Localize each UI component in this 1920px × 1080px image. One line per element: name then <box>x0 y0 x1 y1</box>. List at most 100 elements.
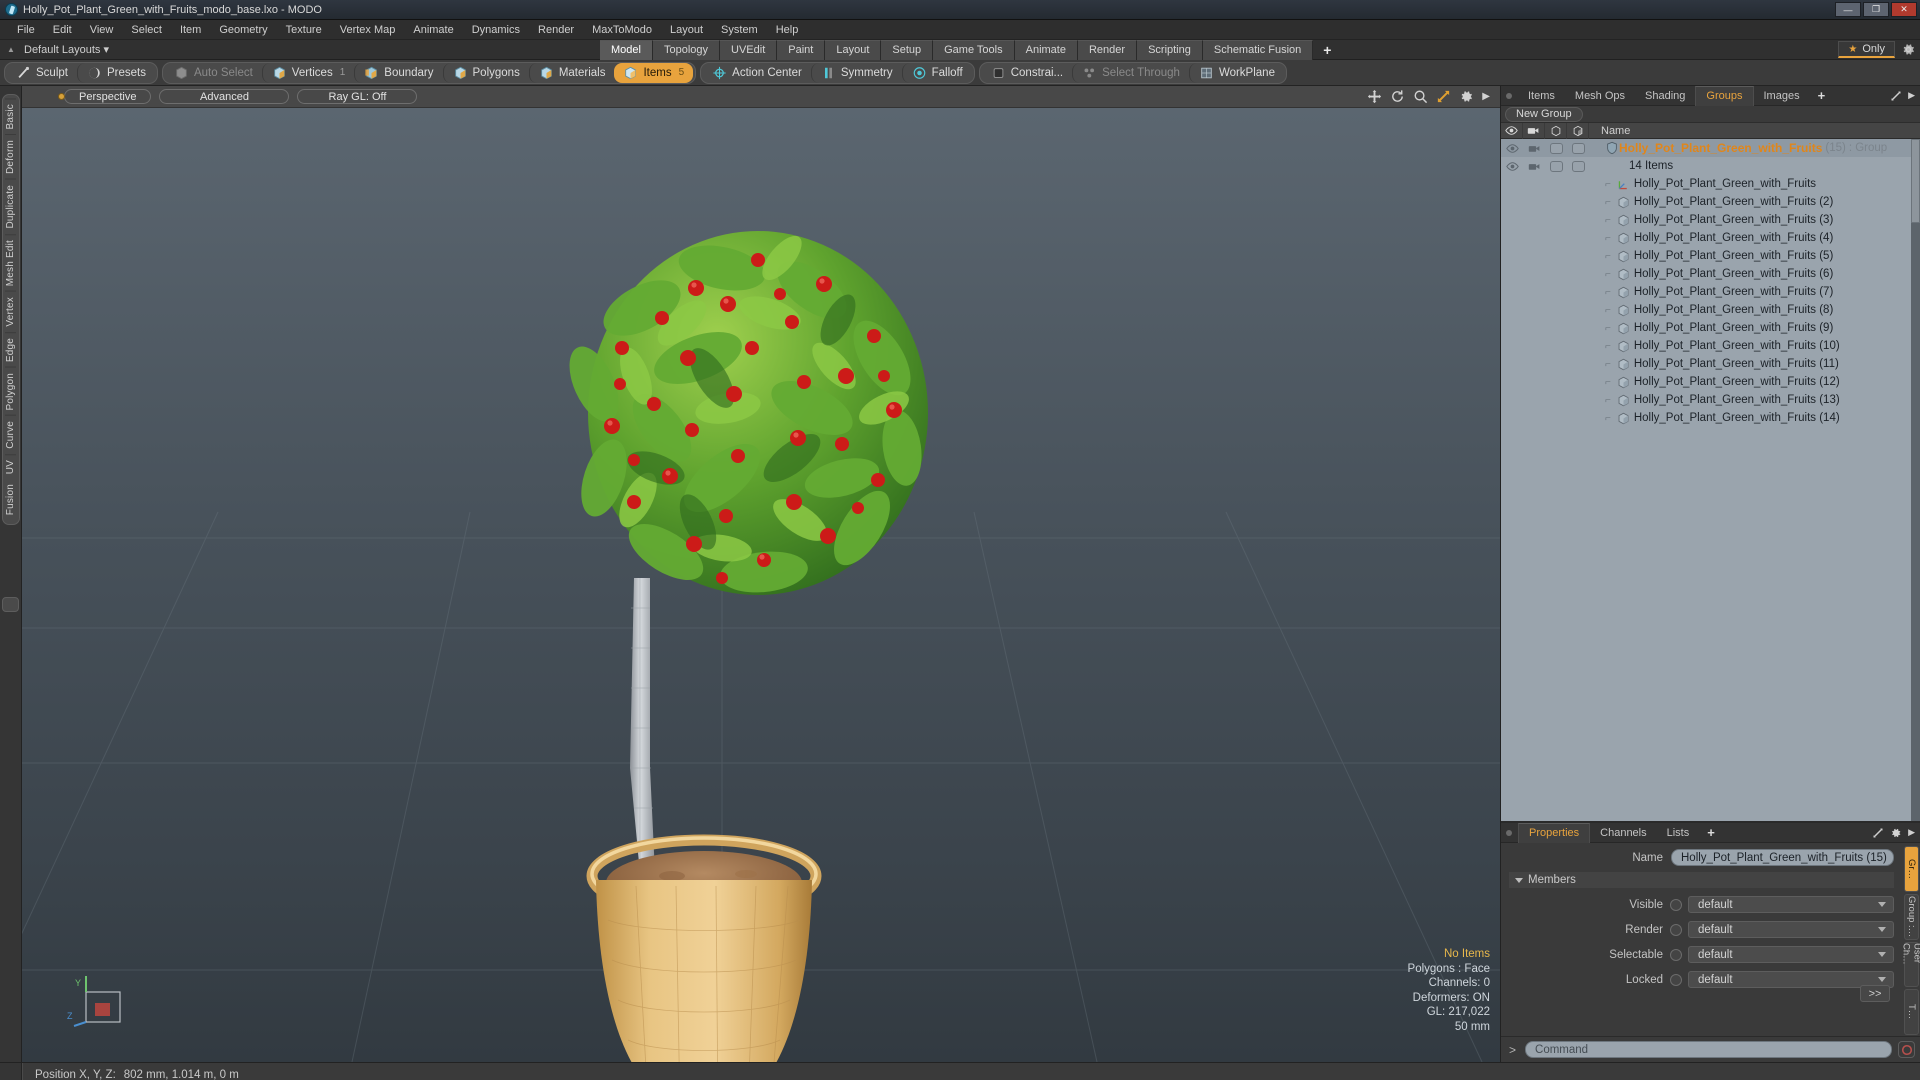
column-wireframe[interactable] <box>1545 122 1567 139</box>
tab-game-tools[interactable]: Game Tools <box>933 39 1015 60</box>
move-icon[interactable] <box>1367 89 1382 104</box>
menu-item-texture[interactable]: Texture <box>277 22 331 38</box>
list-item[interactable]: ⌐ Holly_Pot_Plant_Green_with_Fruits (10) <box>1501 337 1920 355</box>
tree-scrollbar-thumb[interactable] <box>1911 139 1920 223</box>
list-item[interactable]: ⌐ Holly_Pot_Plant_Green_with_Fruits (2) <box>1501 193 1920 211</box>
menu-item-edit[interactable]: Edit <box>44 22 81 38</box>
visible-radio[interactable] <box>1670 898 1682 911</box>
close-button[interactable]: ✕ <box>1891 2 1917 17</box>
properties-menu-dot-icon[interactable] <box>1506 829 1512 836</box>
side-tab-t[interactable]: T… <box>1904 989 1919 1035</box>
list-item[interactable]: ⌐ Holly_Pot_Plant_Green_with_Fruits (14) <box>1501 409 1920 427</box>
side-tab-gr[interactable]: Gr… <box>1904 846 1919 892</box>
boundary-button[interactable]: Boundary <box>354 62 442 83</box>
list-item[interactable]: ⌐ Holly_Pot_Plant_Green_with_Fruits (13) <box>1501 391 1920 409</box>
members-section-header[interactable]: Members <box>1509 872 1894 888</box>
presets-button[interactable]: Presets <box>76 62 155 83</box>
arrow-right-icon[interactable]: ▶ <box>1482 91 1490 102</box>
add-panel-tab-button[interactable]: + <box>1810 86 1834 106</box>
list-item[interactable]: ⌐ Holly_Pot_Plant_Green_with_Fruits (11) <box>1501 355 1920 373</box>
name-field[interactable]: Holly_Pot_Plant_Green_with_Fruits (15) <box>1671 849 1894 866</box>
viewport-shading-dropdown[interactable]: Advanced <box>159 89 290 104</box>
tool-tab-fusion[interactable]: Fusion <box>5 479 16 520</box>
record-icon[interactable] <box>1898 1041 1915 1058</box>
tree-scrollbar[interactable] <box>1911 139 1920 821</box>
group-wire-toggle[interactable] <box>1545 139 1567 157</box>
left-strip-extra-button[interactable] <box>2 596 19 612</box>
arrow-right-icon[interactable]: ▶ <box>1908 90 1915 101</box>
list-item[interactable]: ⌐ Holly_Pot_Plant_Green_with_Fruits (12) <box>1501 373 1920 391</box>
list-item[interactable]: ⌐ Holly_Pot_Plant_Green_with_Fruits (9) <box>1501 319 1920 337</box>
tab-render[interactable]: Render <box>1077 39 1138 60</box>
layout-selector[interactable]: ▲ Default Layouts ▾ <box>0 42 600 57</box>
child-render-toggle[interactable] <box>1523 157 1545 175</box>
add-layout-tab-button[interactable]: + <box>1313 42 1341 58</box>
command-input[interactable]: Command <box>1525 1041 1892 1058</box>
menu-item-item[interactable]: Item <box>171 22 210 38</box>
tool-tab-uv[interactable]: UV <box>5 454 16 480</box>
side-tab-user-channels[interactable]: User Ch… <box>1901 941 1920 988</box>
maximize-button[interactable]: ❐ <box>1863 2 1889 17</box>
child-visibility-toggle[interactable] <box>1501 157 1523 175</box>
constraint-button[interactable]: Constrai... <box>982 63 1072 83</box>
menu-item-render[interactable]: Render <box>529 22 583 38</box>
viewport-menu-dot-icon[interactable] <box>58 93 65 100</box>
menu-item-dynamics[interactable]: Dynamics <box>463 22 529 38</box>
tab-channels[interactable]: Channels <box>1590 823 1656 843</box>
tool-tab-edge[interactable]: Edge <box>5 331 16 367</box>
render-radio[interactable] <box>1670 923 1682 936</box>
menu-item-animate[interactable]: Animate <box>404 22 462 38</box>
child-shade-toggle[interactable] <box>1567 157 1589 175</box>
menu-item-geometry[interactable]: Geometry <box>210 22 276 38</box>
menu-item-help[interactable]: Help <box>767 22 808 38</box>
list-item[interactable]: ⌐ Holly_Pot_Plant_Green_with_Fruits (4) <box>1501 229 1920 247</box>
tool-tab-vertex[interactable]: Vertex <box>5 291 16 332</box>
render-dropdown[interactable]: default <box>1688 921 1894 938</box>
tab-topology[interactable]: Topology <box>652 39 721 60</box>
list-item[interactable]: ⌐ Holly_Pot_Plant_Green_with_Fruits (3) <box>1501 211 1920 229</box>
viewport-raygl-dropdown[interactable]: Ray GL: Off <box>297 89 418 104</box>
gear-icon[interactable] <box>1890 827 1902 839</box>
menu-item-maxtomodo[interactable]: MaxToModo <box>583 22 661 38</box>
column-render[interactable] <box>1523 122 1545 139</box>
tab-shading[interactable]: Shading <box>1635 86 1695 106</box>
viewport-projection-dropdown[interactable]: Perspective <box>64 89 152 104</box>
fit-icon[interactable] <box>1436 89 1451 104</box>
expand-icon[interactable] <box>1872 827 1884 839</box>
list-item[interactable]: ⌐ Holly_Pot_Plant_Green_with_Fruits (7) <box>1501 283 1920 301</box>
collapse-arrow-icon[interactable]: ▲ <box>4 43 18 57</box>
rotate-icon[interactable] <box>1390 89 1405 104</box>
expand-icon[interactable] <box>1890 90 1902 102</box>
tool-tab-polygon[interactable]: Polygon <box>5 366 16 416</box>
more-options-button[interactable]: >> <box>1860 985 1890 1002</box>
selectable-radio[interactable] <box>1670 948 1682 961</box>
arrow-right-icon[interactable]: ▶ <box>1908 827 1915 838</box>
menu-item-system[interactable]: System <box>712 22 767 38</box>
only-toggle-button[interactable]: ★ Only <box>1838 41 1895 58</box>
tab-layout[interactable]: Layout <box>825 39 882 60</box>
tool-tab-deform[interactable]: Deform <box>5 134 16 180</box>
gear-icon[interactable] <box>1459 89 1474 104</box>
symmetry-button[interactable]: Symmetry <box>810 62 902 83</box>
tab-mesh-ops[interactable]: Mesh Ops <box>1565 86 1635 106</box>
column-shading[interactable] <box>1567 122 1589 139</box>
tab-uvedit[interactable]: UVEdit <box>720 39 778 60</box>
panel-menu-dot-icon[interactable] <box>1506 92 1512 99</box>
column-visibility[interactable] <box>1501 122 1523 139</box>
locked-radio[interactable] <box>1670 973 1682 986</box>
viewport-canvas[interactable]: Y Z No Items Polygons : Face Channels: 0… <box>22 108 1500 1062</box>
menu-item-file[interactable]: File <box>8 22 44 38</box>
workplane-button[interactable]: WorkPlane <box>1188 62 1284 83</box>
minimize-button[interactable]: — <box>1835 2 1861 17</box>
group-visibility-toggle[interactable] <box>1501 139 1523 157</box>
materials-button[interactable]: Materials <box>528 62 615 83</box>
sculpt-button[interactable]: Sculpt <box>7 63 77 83</box>
tab-groups[interactable]: Groups <box>1695 85 1754 106</box>
gear-icon[interactable] <box>1901 42 1916 57</box>
tab-scripting[interactable]: Scripting <box>1137 39 1203 60</box>
selectable-dropdown[interactable]: default <box>1688 946 1894 963</box>
menu-item-select[interactable]: Select <box>122 22 171 38</box>
polygons-button[interactable]: Polygons <box>442 62 529 83</box>
menu-item-layout[interactable]: Layout <box>661 22 712 38</box>
tree-group-row[interactable]: Holly_Pot_Plant_Green_with_Fruits (15) :… <box>1501 139 1920 157</box>
